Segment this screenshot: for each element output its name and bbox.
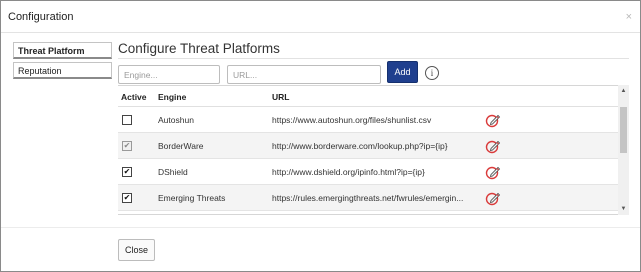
- edit-icon[interactable]: [485, 164, 501, 180]
- edit-icon[interactable]: [485, 138, 501, 154]
- url-cell: https://rules.emergingthreats.net/fwrule…: [272, 193, 464, 203]
- engine-cell: Autoshun: [158, 115, 194, 125]
- dialog-titlebar: Configuration ×: [1, 1, 640, 33]
- edit-icon[interactable]: [485, 190, 501, 206]
- configuration-dialog: Configuration × Threat Platform Reputati…: [0, 0, 641, 272]
- table-body: Autoshun https://www.autoshun.org/files/s…: [118, 107, 618, 214]
- table-scrollbar[interactable]: ▲ ▼: [618, 85, 629, 215]
- heading-divider: [118, 58, 629, 59]
- table-row: ✔ DShield http://www.dshield.org/ipinfo.ht…: [118, 159, 618, 185]
- table-row: ✔ BorderWare http://www.borderware.com/loo…: [118, 133, 618, 159]
- active-checkbox[interactable]: [122, 115, 132, 125]
- engine-cell: DShield: [158, 167, 188, 177]
- active-checkbox[interactable]: ✔: [122, 193, 132, 203]
- column-header-engine[interactable]: Engine: [158, 92, 186, 102]
- threat-platforms-table: Active Engine URL Autoshun https://www.au…: [118, 85, 629, 215]
- page-title: Configure Threat Platforms: [118, 41, 280, 56]
- scrollbar-thumb[interactable]: [620, 107, 627, 153]
- scroll-up-arrow-icon[interactable]: ▲: [618, 86, 629, 96]
- info-icon[interactable]: i: [425, 66, 439, 80]
- table-row: ✔IBM X-FEhttps://exchange.xforce.ibmclou…: [118, 211, 618, 214]
- dialog-title: Configuration: [8, 11, 74, 23]
- url-cell: http://www.borderware.com/lookup.php?ip=…: [272, 141, 448, 151]
- footer-divider: [1, 227, 640, 228]
- engine-input[interactable]: [118, 65, 220, 84]
- close-icon[interactable]: ×: [626, 11, 632, 23]
- add-button[interactable]: Add: [387, 61, 418, 83]
- url-cell: http://www.dshield.org/ipinfo.html?ip={i…: [272, 167, 425, 177]
- engine-cell: BorderWare: [158, 141, 204, 151]
- url-input[interactable]: [227, 65, 381, 84]
- active-checkbox[interactable]: ✔: [122, 141, 132, 151]
- url-cell: https://www.autoshun.org/files/shunlist.…: [272, 115, 432, 125]
- column-header-url[interactable]: URL: [272, 92, 289, 102]
- table-row: ✔ Emerging Threats https://rules.emergingt…: [118, 185, 618, 211]
- table-header: Active Engine URL: [118, 86, 618, 107]
- active-checkbox[interactable]: ✔: [122, 167, 132, 177]
- sidebar-item-reputation[interactable]: Reputation: [13, 62, 112, 79]
- edit-icon[interactable]: [485, 112, 501, 128]
- table-row: Autoshun https://www.autoshun.org/files/s…: [118, 107, 618, 133]
- sidebar: Threat Platform Reputation: [13, 42, 112, 79]
- scroll-down-arrow-icon[interactable]: ▼: [618, 204, 629, 214]
- column-header-active[interactable]: Active: [121, 92, 147, 102]
- engine-cell: Emerging Threats: [158, 193, 226, 203]
- sidebar-item-threat-platform[interactable]: Threat Platform: [13, 42, 112, 59]
- close-button[interactable]: Close: [118, 239, 155, 261]
